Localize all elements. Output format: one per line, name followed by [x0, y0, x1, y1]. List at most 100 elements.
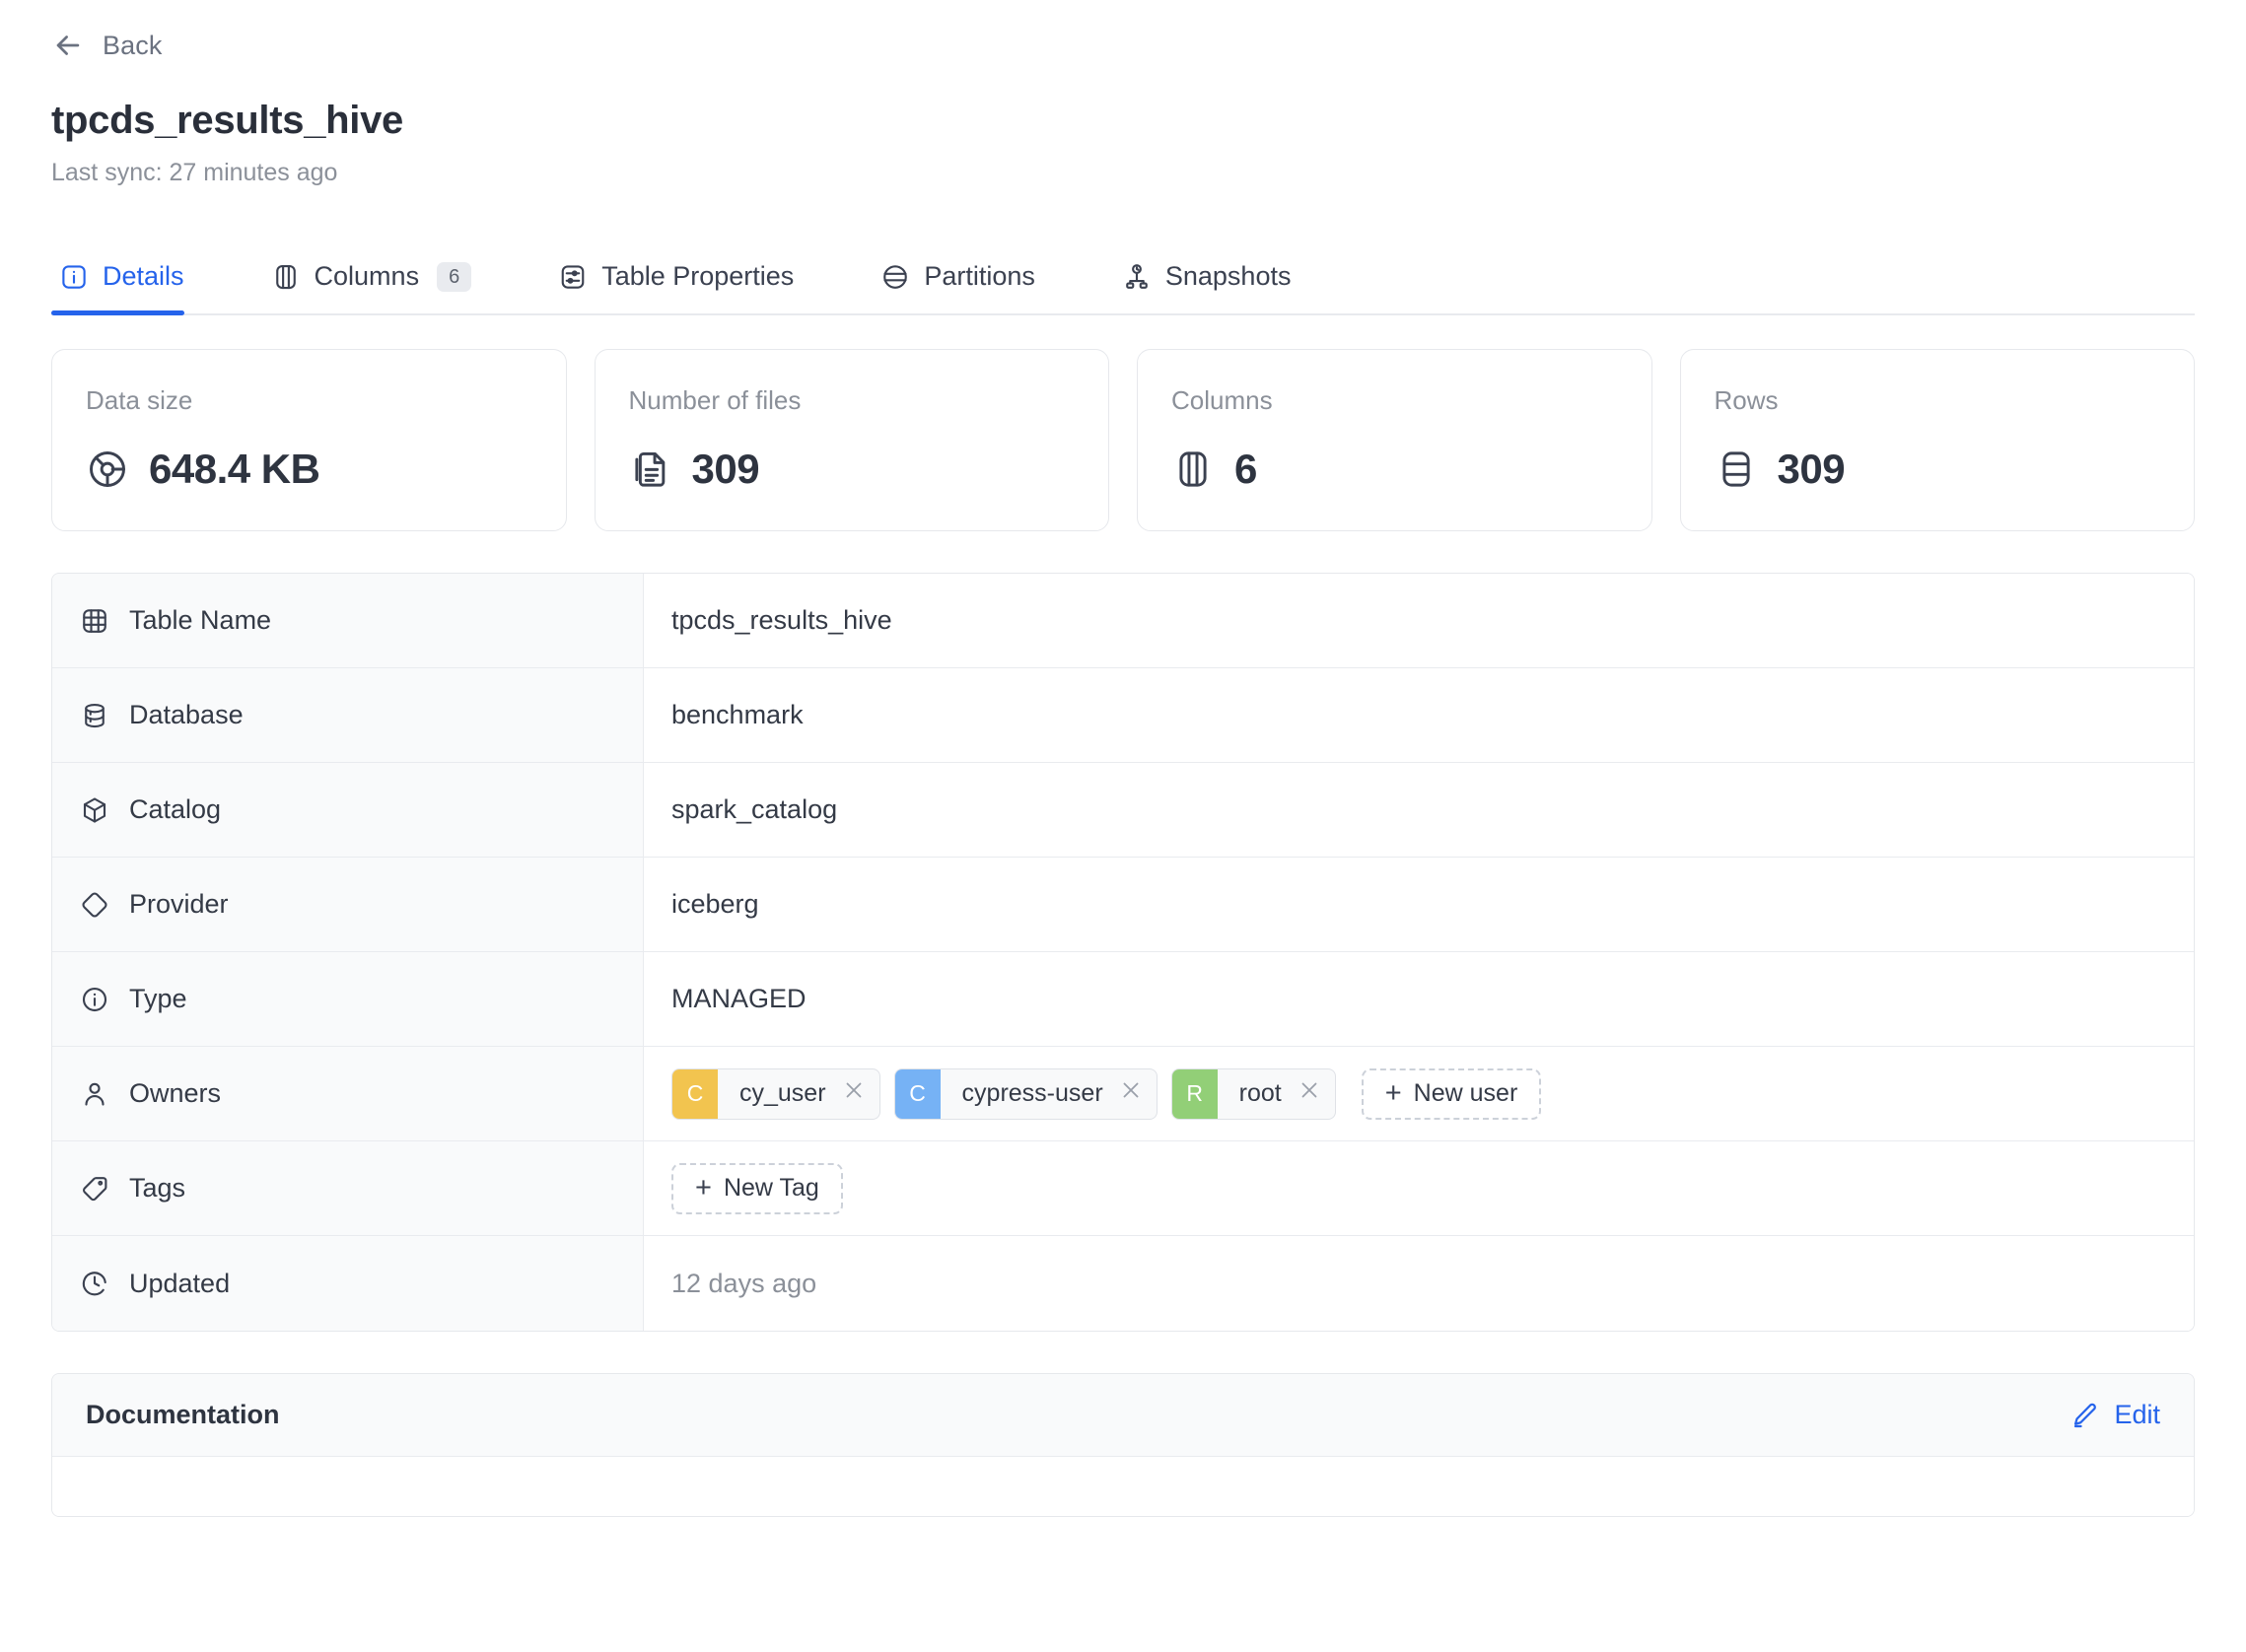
detail-label-cell: Updated	[52, 1236, 644, 1331]
pencil-icon	[2071, 1401, 2100, 1430]
detail-label-cell: Catalog	[52, 763, 644, 857]
detail-label-cell: Type	[52, 952, 644, 1046]
stat-card-row: Data size 648.4 KB Number of files 309 C…	[51, 349, 2195, 531]
tab-details[interactable]: Details	[51, 261, 208, 315]
detail-label: Provider	[129, 889, 229, 919]
owner-chip[interactable]: C cy_user	[671, 1067, 880, 1120]
add-tag-label: New Tag	[723, 1174, 819, 1202]
table-grid-icon	[80, 606, 109, 636]
owner-chip[interactable]: R root	[1170, 1067, 1336, 1120]
documentation-title: Documentation	[86, 1400, 280, 1429]
table-detail-page: Back tpcds_results_hive Last sync: 27 mi…	[0, 0, 2246, 1652]
database-icon	[80, 701, 109, 730]
plus-icon: +	[695, 1172, 712, 1204]
stat-card-columns: Columns 6	[1137, 349, 1652, 531]
info-circle-icon	[80, 985, 109, 1014]
table-details-list: Table Name tpcds_results_hive Database b…	[51, 573, 2195, 1332]
documentation-body	[52, 1457, 2194, 1516]
owner-name: root	[1238, 1079, 1282, 1107]
info-square-icon	[59, 262, 89, 292]
columns-icon	[1171, 447, 1215, 491]
clock-icon	[80, 1269, 109, 1298]
detail-value: benchmark	[644, 668, 2194, 762]
disc-chart-icon	[86, 447, 129, 491]
detail-label-cell: Table Name	[52, 574, 644, 667]
sliders-square-icon	[558, 262, 588, 292]
detail-label-cell: Owners	[52, 1047, 644, 1140]
stat-value: 6	[1234, 446, 1257, 492]
detail-label-cell: Database	[52, 668, 644, 762]
table-row: Type MANAGED	[52, 952, 2194, 1047]
cube-icon	[80, 795, 109, 825]
columns-icon	[271, 262, 301, 292]
table-row: Updated 12 days ago	[52, 1236, 2194, 1331]
table-row: Catalog spark_catalog	[52, 763, 2194, 858]
tab-label: Partitions	[924, 261, 1035, 291]
diamond-icon	[80, 890, 109, 920]
back-button[interactable]: Back	[51, 0, 2195, 61]
close-icon[interactable]	[1298, 1078, 1321, 1109]
tab-label: Snapshots	[1164, 261, 1292, 291]
tab-columns[interactable]: Columns 6	[263, 261, 496, 313]
close-icon[interactable]	[1119, 1078, 1143, 1109]
stat-label: Data size	[86, 385, 193, 415]
detail-label: Owners	[129, 1078, 222, 1108]
tab-snapshots[interactable]: Snapshots	[1114, 261, 1315, 313]
table-row: Provider iceberg	[52, 858, 2194, 952]
stat-card-number-of-files: Number of files 309	[594, 349, 1109, 531]
documentation-header: Documentation Edit	[52, 1374, 2194, 1457]
table-row-tags: Tags + New Tag	[52, 1141, 2194, 1236]
owner-chip[interactable]: C cypress-user	[893, 1067, 1158, 1120]
table-row-owners: Owners C cy_user C cypress-user R root +…	[52, 1047, 2194, 1141]
detail-label-cell: Provider	[52, 858, 644, 951]
add-user-button[interactable]: + New user	[1361, 1067, 1542, 1120]
tab-label: Columns	[314, 261, 420, 291]
back-label: Back	[103, 30, 163, 60]
columns-count-badge: 6	[437, 261, 472, 292]
edit-label: Edit	[2114, 1400, 2160, 1429]
owner-name: cy_user	[739, 1079, 826, 1107]
close-icon[interactable]	[842, 1078, 866, 1109]
detail-value: 12 days ago	[644, 1236, 2194, 1331]
partitions-circle-icon	[880, 262, 910, 292]
documentation-panel: Documentation Edit	[51, 1373, 2195, 1517]
detail-value: iceberg	[644, 858, 2194, 951]
stat-value: 309	[691, 446, 760, 492]
detail-value: MANAGED	[644, 952, 2194, 1046]
table-row: Database benchmark	[52, 668, 2194, 763]
snapshot-history-icon	[1122, 262, 1152, 292]
tab-bar: Details Columns 6 Table Properties Parti…	[51, 239, 2195, 315]
tab-label: Details	[103, 261, 184, 291]
tab-label: Table Properties	[601, 261, 795, 291]
detail-label: Database	[129, 700, 244, 729]
detail-label: Table Name	[129, 605, 272, 635]
stat-card-rows: Rows 309	[1679, 349, 2195, 531]
add-tag-button[interactable]: + New Tag	[671, 1162, 843, 1214]
tab-table-properties[interactable]: Table Properties	[550, 261, 817, 313]
file-lines-icon	[629, 447, 672, 491]
last-sync-text: Last sync: 27 minutes ago	[51, 159, 338, 186]
detail-label: Catalog	[129, 794, 222, 824]
avatar: C	[894, 1068, 941, 1119]
stat-value: 309	[1777, 446, 1846, 492]
avatar: C	[672, 1068, 718, 1119]
detail-label-cell: Tags	[52, 1141, 644, 1235]
detail-label: Tags	[129, 1173, 186, 1203]
tag-icon	[80, 1174, 109, 1204]
add-user-label: New user	[1413, 1079, 1518, 1107]
detail-value: spark_catalog	[644, 763, 2194, 857]
owners-cell: C cy_user C cypress-user R root + New us…	[644, 1047, 2194, 1140]
owner-name: cypress-user	[961, 1079, 1103, 1107]
stat-value: 648.4 KB	[149, 446, 320, 492]
stat-label: Rows	[1714, 385, 1779, 415]
tags-cell: + New Tag	[644, 1141, 2194, 1235]
stat-label: Columns	[1171, 385, 1273, 415]
plus-icon: +	[1384, 1077, 1402, 1109]
detail-value: tpcds_results_hive	[644, 574, 2194, 667]
user-icon	[80, 1079, 109, 1109]
arrow-left-icon	[51, 29, 85, 62]
tab-partitions[interactable]: Partitions	[873, 261, 1059, 313]
stat-label: Number of files	[628, 385, 802, 415]
edit-documentation-button[interactable]: Edit	[2071, 1400, 2160, 1430]
rows-icon	[1715, 447, 1758, 491]
